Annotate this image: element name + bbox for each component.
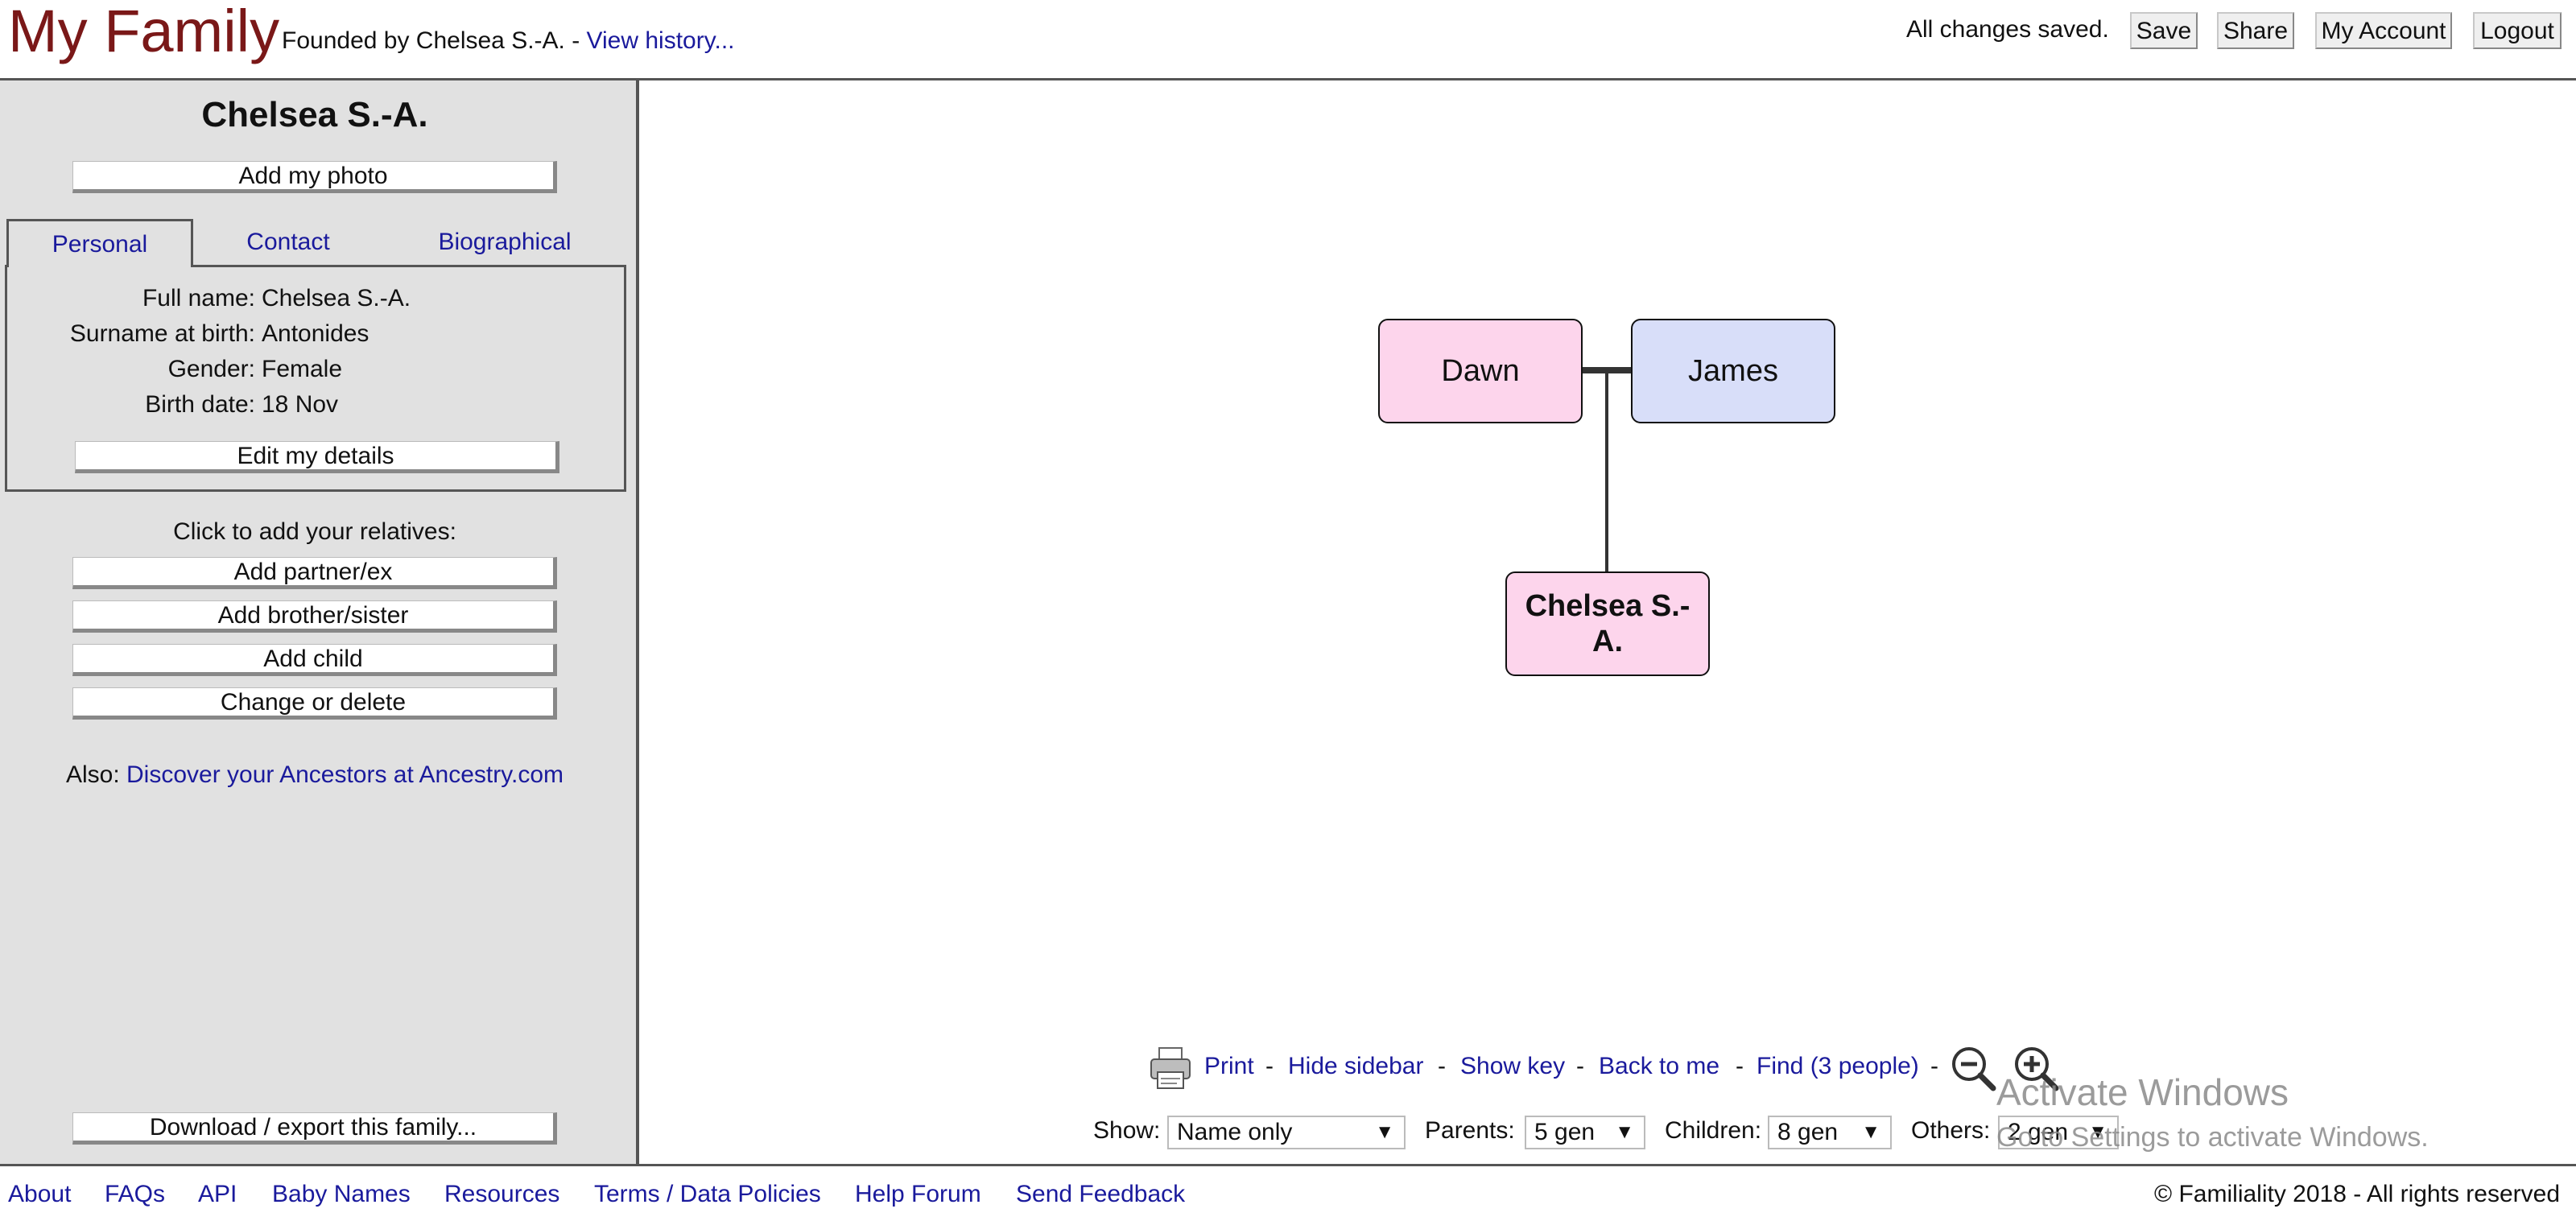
- add-partner-button[interactable]: Add partner/ex: [72, 557, 557, 589]
- children-label: Children:: [1665, 1117, 1762, 1144]
- tab-personal[interactable]: Personal: [6, 219, 193, 267]
- chevron-down-icon: ▼: [1861, 1121, 1880, 1143]
- children-select[interactable]: 8 gen ▼: [1768, 1116, 1892, 1149]
- add-sibling-button[interactable]: Add brother/sister: [72, 600, 557, 633]
- separator: -: [1930, 1053, 1938, 1079]
- save-button[interactable]: Save: [2130, 12, 2198, 49]
- parents-select-value: 5 gen: [1534, 1119, 1596, 1145]
- change-or-delete-button[interactable]: Change or delete: [72, 687, 557, 720]
- printer-icon[interactable]: [1148, 1046, 1196, 1098]
- save-status-text: All changes saved.: [1906, 16, 2109, 43]
- copyright-text: © Familiality 2018 - All rights reserved: [2154, 1181, 2560, 1207]
- separator: -: [1265, 1053, 1274, 1079]
- others-label: Others:: [1911, 1117, 1991, 1144]
- child-connector: [1605, 373, 1608, 571]
- founded-by-text: Founded by Chelsea S.-A. - View history.…: [282, 27, 735, 55]
- footer-link-help-forum[interactable]: Help Forum: [855, 1181, 981, 1208]
- footer: About FAQs API Baby Names Resources Term…: [0, 1164, 2576, 1217]
- share-button[interactable]: Share: [2217, 12, 2294, 49]
- sidebar: Chelsea S.-A. Add my photo Personal Cont…: [0, 80, 639, 1164]
- detail-row-surname-at-birth: Surname at birth: Antonides: [7, 320, 624, 353]
- hide-sidebar-link[interactable]: Hide sidebar: [1288, 1053, 1423, 1080]
- footer-link-terms[interactable]: Terms / Data Policies: [594, 1181, 821, 1208]
- my-account-button[interactable]: My Account: [2315, 12, 2452, 49]
- footer-link-about[interactable]: About: [8, 1181, 71, 1208]
- chevron-down-icon: ▼: [1615, 1121, 1634, 1143]
- view-history-link[interactable]: View history...: [587, 27, 735, 54]
- personal-details-panel: Full name: Chelsea S.-A. Surname at birt…: [5, 265, 626, 492]
- back-to-me-link[interactable]: Back to me: [1599, 1053, 1719, 1080]
- founded-label: Founded by Chelsea S.-A. -: [282, 27, 587, 54]
- detail-value: Antonides: [262, 320, 369, 347]
- also-label: Also:: [65, 761, 127, 788]
- header: My Family Founded by Chelsea S.-A. - Vie…: [0, 0, 2576, 80]
- children-select-value: 8 gen: [1777, 1119, 1839, 1145]
- app-title: My Family: [8, 0, 280, 64]
- logout-button[interactable]: Logout: [2473, 12, 2562, 49]
- show-select[interactable]: Name only ▼: [1167, 1116, 1406, 1149]
- detail-row-full-name: Full name: Chelsea S.-A.: [7, 285, 624, 317]
- person-box-james[interactable]: James: [1631, 319, 1835, 423]
- couple-connector: [1583, 367, 1631, 373]
- detail-value: 18 Nov: [262, 391, 339, 418]
- separator: -: [1576, 1053, 1584, 1079]
- person-name: Dawn: [1441, 353, 1520, 388]
- person-name-heading: Chelsea S.-A.: [201, 95, 428, 134]
- edit-details-button[interactable]: Edit my details: [75, 441, 559, 473]
- detail-label: Surname at birth:: [69, 320, 255, 347]
- show-key-link[interactable]: Show key: [1460, 1053, 1565, 1080]
- separator: -: [1438, 1053, 1446, 1079]
- ancestry-promo: Also: Discover your Ancestors at Ancestr…: [0, 761, 630, 789]
- detail-value: Female: [262, 356, 343, 382]
- person-name-line-1: Chelsea S.-: [1525, 589, 1690, 623]
- parents-label: Parents:: [1425, 1117, 1515, 1144]
- show-select-value: Name only: [1177, 1119, 1293, 1145]
- activate-windows-watermark-subtitle: Go to Settings to activate Windows.: [1996, 1122, 2429, 1153]
- footer-link-faqs[interactable]: FAQs: [105, 1181, 165, 1208]
- add-relatives-label: Click to add your relatives:: [173, 518, 456, 545]
- parents-select[interactable]: 5 gen ▼: [1525, 1116, 1645, 1149]
- detail-row-gender: Gender: Female: [7, 356, 624, 388]
- detail-row-birth-date: Birth date: 18 Nov: [7, 391, 624, 423]
- add-photo-button[interactable]: Add my photo: [72, 161, 557, 193]
- detail-value: Chelsea S.-A.: [262, 285, 411, 311]
- person-name: James: [1688, 353, 1778, 388]
- person-box-chelsea[interactable]: Chelsea S.- A.: [1505, 571, 1710, 676]
- footer-link-resources[interactable]: Resources: [444, 1181, 559, 1208]
- detail-label: Gender:: [167, 356, 255, 382]
- find-link[interactable]: Find (3 people): [1757, 1053, 1919, 1080]
- zoom-out-icon[interactable]: [1950, 1045, 1998, 1099]
- ancestry-link[interactable]: Discover your Ancestors at Ancestry.com: [126, 761, 564, 788]
- person-name-line-2: A.: [1592, 625, 1623, 658]
- tab-biographical[interactable]: Biographical: [383, 219, 626, 267]
- show-label: Show:: [1093, 1117, 1161, 1144]
- detail-label: Birth date:: [145, 391, 255, 418]
- person-box-dawn[interactable]: Dawn: [1378, 319, 1583, 423]
- chevron-down-icon: ▼: [1375, 1121, 1394, 1143]
- activate-windows-watermark-title: Activate Windows: [1996, 1071, 2289, 1113]
- separator: -: [1736, 1053, 1744, 1079]
- tab-contact[interactable]: Contact: [193, 219, 383, 267]
- footer-link-baby-names[interactable]: Baby Names: [272, 1181, 411, 1208]
- details-tabs: Personal Contact Biographical: [6, 219, 626, 267]
- footer-link-api[interactable]: API: [198, 1181, 237, 1208]
- print-link[interactable]: Print: [1204, 1053, 1254, 1080]
- detail-label: Full name:: [142, 285, 255, 311]
- footer-link-send-feedback[interactable]: Send Feedback: [1016, 1181, 1185, 1208]
- add-child-button[interactable]: Add child: [72, 644, 557, 676]
